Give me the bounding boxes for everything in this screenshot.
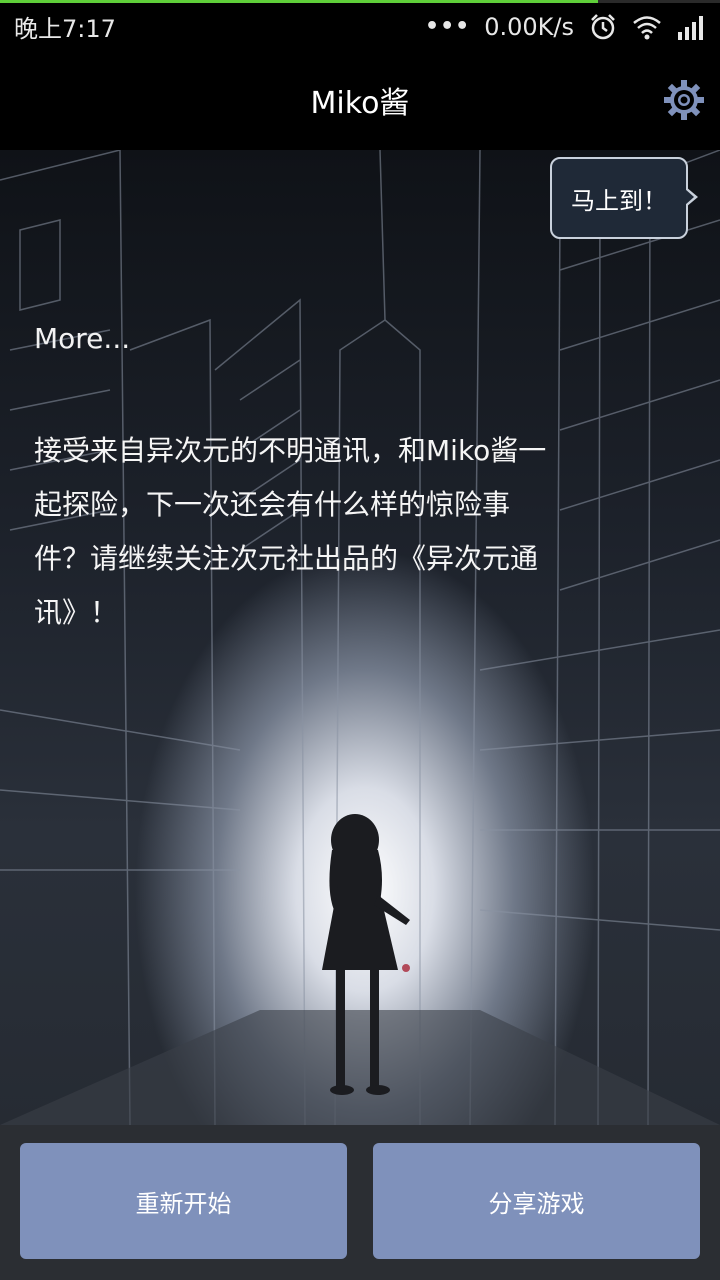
status-icons: ••• 0.00K/s bbox=[425, 12, 706, 42]
more-link[interactable]: More... bbox=[34, 322, 130, 355]
alarm-icon bbox=[591, 13, 615, 39]
net-speed: 0.00K/s bbox=[484, 12, 574, 41]
page-title: Miko酱 bbox=[310, 86, 410, 121]
wifi-icon bbox=[633, 15, 661, 39]
share-game-button[interactable]: 分享游戏 bbox=[373, 1143, 700, 1259]
status-time: 晚上7:17 bbox=[14, 15, 116, 43]
title-bar: Miko酱 bbox=[0, 50, 720, 150]
more-dots-icon: ••• bbox=[425, 14, 471, 39]
status-bar: 晚上7:17 ••• 0.00K/s bbox=[0, 3, 720, 50]
story-scene: 马上到！ More... 接受来自异次元的不明通讯，和Miko酱一起探险，下一次… bbox=[0, 150, 720, 1125]
restart-button[interactable]: 重新开始 bbox=[20, 1143, 347, 1259]
bottom-action-bar: 重新开始 分享游戏 bbox=[0, 1125, 720, 1280]
signal-icon bbox=[678, 15, 703, 40]
story-text: 接受来自异次元的不明通讯，和Miko酱一起探险，下一次还会有什么样的惊险事件？请… bbox=[34, 434, 547, 629]
gear-icon[interactable] bbox=[662, 78, 706, 122]
speech-bubble[interactable]: 马上到！ bbox=[550, 157, 698, 239]
